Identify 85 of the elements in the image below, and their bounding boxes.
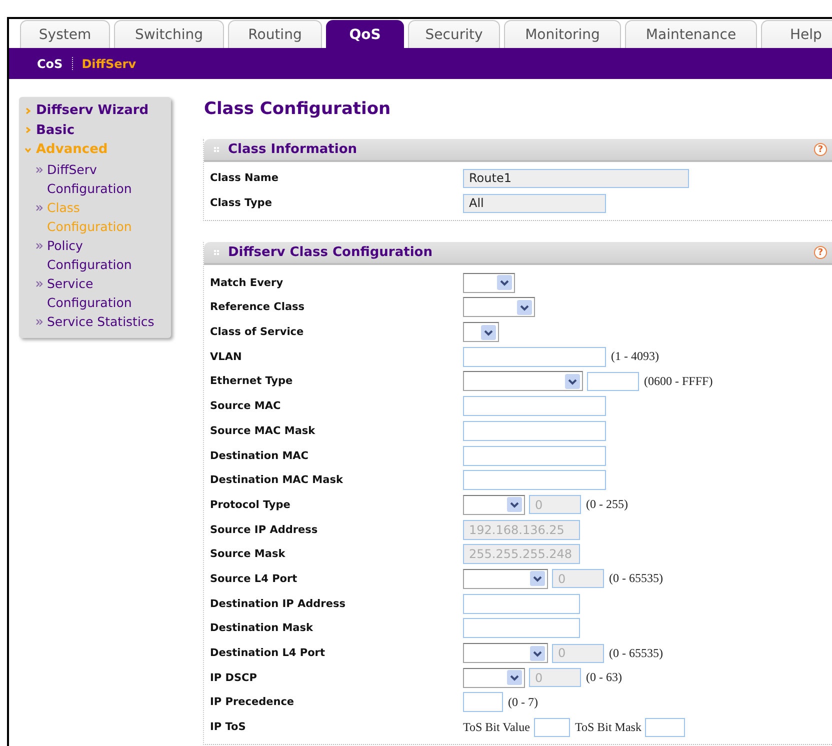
field-label: Destination L4 Port — [209, 647, 326, 660]
dropdown[interactable] — [463, 272, 515, 293]
input-field[interactable] — [463, 446, 606, 466]
double-chevron-icon — [36, 319, 43, 326]
field-label: Class Name — [209, 172, 280, 184]
field-label: Ethernet Type — [209, 375, 294, 388]
field-label: Class Type — [209, 197, 273, 210]
nav-tab[interactable]: Monitoring — [504, 20, 621, 48]
subnav-link[interactable]: CoS — [36, 56, 64, 70]
caret-icon — [507, 497, 522, 512]
field-label: Destination MAC Mask — [209, 474, 344, 486]
double-chevron-icon — [36, 204, 43, 211]
input-field[interactable]: Route1 — [463, 168, 689, 188]
range-hint: (0600 - FFFF) — [644, 374, 713, 389]
grip-icon — [214, 250, 219, 256]
caret-icon — [530, 571, 545, 586]
input-field[interactable] — [463, 594, 580, 614]
input-field[interactable] — [463, 346, 606, 367]
submenu-item[interactable]: Service Statistics — [47, 312, 167, 332]
field-label: IP Precedence — [209, 696, 296, 708]
nav-tab[interactable]: Security — [408, 20, 500, 48]
range-hint: ToS Bit Mask — [574, 720, 642, 735]
double-chevron-icon — [36, 166, 43, 172]
nav-tab[interactable]: System — [20, 20, 110, 48]
field-label: Destination IP Address — [209, 598, 346, 610]
range-hint: (0 - 255) — [586, 497, 628, 512]
subnav-link[interactable]: DiffServ — [80, 56, 138, 70]
range-hint: (0 - 65535) — [609, 571, 663, 586]
range-hint: ToS Bit Value — [463, 720, 530, 735]
caret-icon — [497, 275, 512, 290]
input-field[interactable] — [587, 372, 639, 391]
grip-icon — [214, 147, 219, 152]
dropdown[interactable] — [463, 568, 548, 589]
dropdown[interactable] — [463, 643, 548, 664]
range-hint: (0 - 65535) — [609, 646, 663, 661]
field-label: Source MAC Mask — [209, 424, 316, 437]
field-label: Source Mask — [209, 548, 286, 560]
range-hint: (1 - 4093) — [611, 349, 659, 364]
submenu-item[interactable]: DiffServ Configuration — [47, 160, 167, 198]
field-label: Source L4 Port — [209, 572, 298, 585]
menu-item[interactable]: Diffserv Wizard — [36, 103, 149, 118]
double-chevron-icon — [36, 281, 43, 288]
nav-tab[interactable]: Switching — [114, 20, 224, 48]
field-label: Class of Service — [209, 326, 305, 338]
caret-icon — [517, 300, 532, 315]
nav-tab[interactable]: Help — [761, 20, 832, 48]
nav-tab[interactable]: QoS — [326, 20, 404, 48]
dropdown[interactable] — [463, 297, 535, 318]
field-label: Source IP Address — [209, 524, 319, 536]
nav-tab[interactable]: Routing — [228, 20, 322, 48]
caret-icon — [530, 646, 545, 661]
field-label: Protocol Type — [209, 498, 292, 511]
field-label: Destination Mask — [209, 622, 314, 634]
field-label: IP ToS — [209, 721, 247, 734]
caret-icon — [507, 670, 522, 686]
input-field[interactable] — [534, 718, 570, 737]
input-field[interactable] — [463, 618, 580, 638]
field-label: Reference Class — [209, 301, 306, 314]
dropdown[interactable] — [463, 371, 583, 392]
field-label: Destination MAC — [209, 450, 310, 462]
submenu-item[interactable]: Policy Configuration — [47, 236, 167, 274]
field-label: Match Every — [209, 276, 284, 289]
menu-item[interactable]: Basic — [36, 122, 75, 138]
field-label: IP DSCP — [209, 672, 258, 684]
section-title: Diffserv Class Configuration — [228, 245, 432, 260]
nav-tab[interactable]: Maintenance — [625, 20, 757, 48]
page-title: Class Configuration — [203, 99, 392, 119]
field-label: Source MAC — [209, 400, 282, 412]
caret-icon — [565, 374, 580, 389]
input-field[interactable] — [463, 396, 606, 416]
input-field[interactable]: All — [463, 194, 606, 213]
range-hint: (0 - 7) — [508, 694, 538, 710]
input-field[interactable] — [463, 470, 606, 490]
dropdown[interactable] — [463, 322, 499, 342]
dropdown[interactable] — [463, 494, 525, 515]
input-field[interactable] — [463, 420, 606, 441]
field-label: VLAN — [209, 350, 243, 363]
range-hint: (0 - 63) — [586, 670, 622, 686]
submenu-item[interactable]: Service Configuration — [47, 274, 167, 312]
section-title: Class Information — [228, 142, 358, 157]
caret-icon — [481, 324, 496, 340]
double-chevron-icon — [36, 242, 43, 249]
input-field[interactable] — [463, 692, 503, 712]
dropdown[interactable] — [463, 668, 525, 688]
input-field[interactable] — [645, 718, 686, 737]
